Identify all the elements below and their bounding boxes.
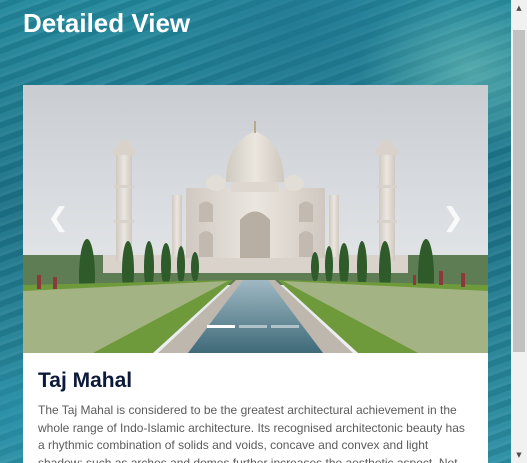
image-carousel[interactable]: ❮ ❯ xyxy=(23,85,488,353)
carousel-indicator-1[interactable] xyxy=(207,325,235,328)
chevron-left-icon: ❮ xyxy=(47,203,69,233)
taj-mahal-image xyxy=(23,85,488,353)
card-title: Taj Mahal xyxy=(38,369,133,392)
carousel-next-button[interactable]: ❯ xyxy=(438,203,468,233)
carousel-indicator-3[interactable] xyxy=(271,325,299,328)
detail-card: ❮ ❯ Taj Mahal The Taj Mahal is considere… xyxy=(23,85,488,463)
carousel-indicator-2[interactable] xyxy=(239,325,267,328)
chevron-right-icon: ❯ xyxy=(442,203,464,233)
card-description: The Taj Mahal is considered to be the gr… xyxy=(38,403,465,463)
page-title: Detailed View xyxy=(23,8,191,38)
scroll-down-arrow-icon[interactable]: ▼ xyxy=(511,447,527,463)
vertical-scrollbar[interactable]: ▲ ▼ xyxy=(511,0,527,463)
scroll-up-arrow-icon[interactable]: ▲ xyxy=(511,0,527,16)
carousel-indicators xyxy=(207,325,299,328)
carousel-prev-button[interactable]: ❮ xyxy=(43,203,73,233)
scrollbar-thumb[interactable] xyxy=(513,30,525,352)
